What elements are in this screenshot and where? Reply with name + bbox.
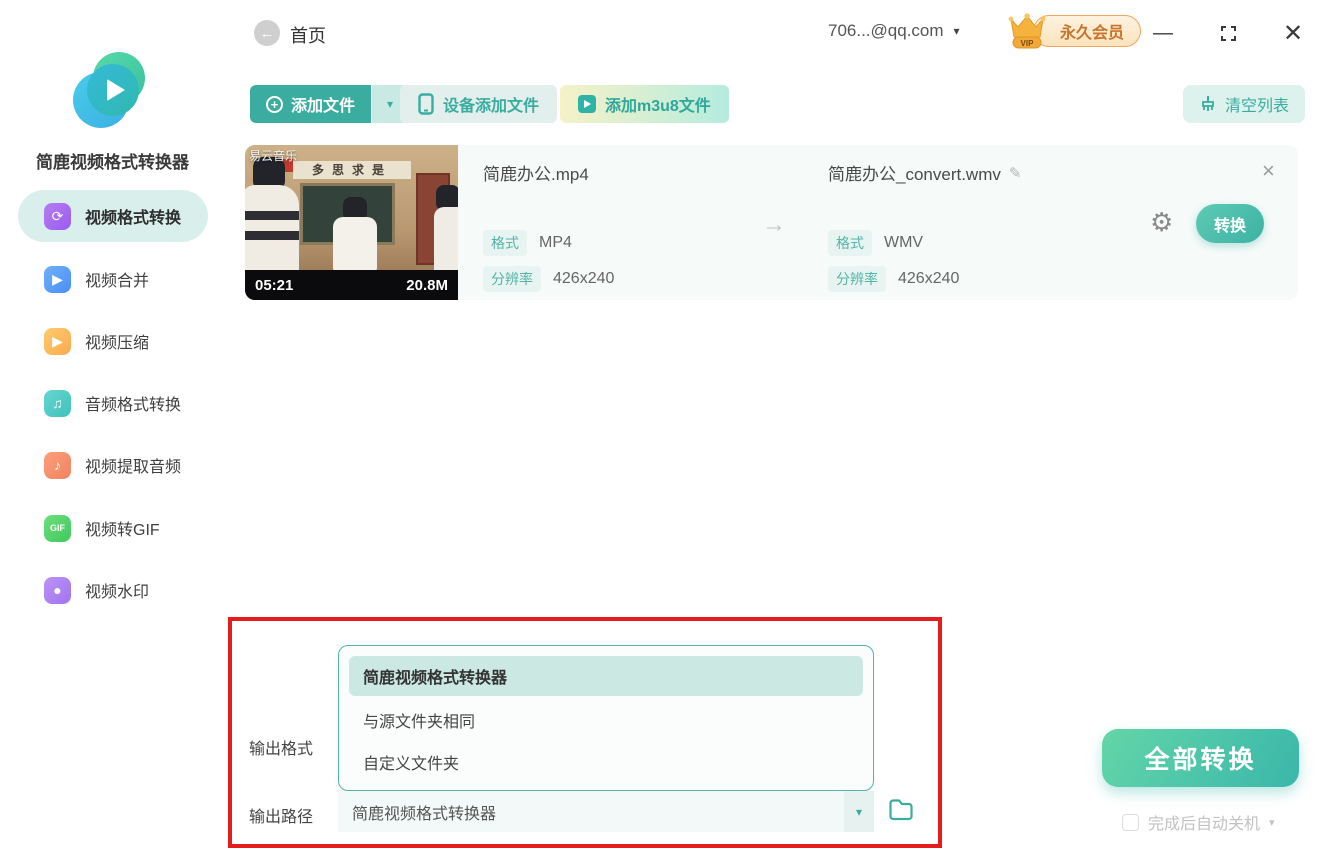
chevron-down-icon: ▾ [1269, 816, 1275, 829]
chevron-down-icon: ▾ [387, 97, 393, 111]
thumb-person [245, 185, 299, 277]
auto-shutdown-control[interactable]: 完成后自动关机 ▾ [1122, 810, 1275, 834]
edit-filename-icon[interactable]: ✎ [1009, 164, 1022, 182]
sidebar-item-label: 视频提取音频 [85, 453, 181, 477]
vip-label: 永久会员 [1033, 15, 1141, 47]
sidebar-item-video-merge[interactable]: ▶ 视频合并 [18, 253, 208, 305]
target-filename: 简鹿办公_convert.wmv [828, 160, 1001, 185]
add-file-button[interactable]: + 添加文件 [250, 85, 371, 123]
source-filename: 简鹿办公.mp4 [483, 160, 589, 185]
dropdown-option[interactable]: 与源文件夹相同 [349, 700, 863, 740]
sidebar-item-video-format-convert[interactable]: ⟳ 视频格式转换 [18, 190, 208, 242]
convert-button[interactable]: 转换 [1196, 204, 1264, 243]
convert-label: 转换 [1214, 212, 1246, 236]
compress-icon: ▶ [44, 328, 71, 355]
broom-icon [1199, 95, 1217, 113]
logo-play-icon [107, 79, 125, 101]
format-badge: 格式 [483, 230, 527, 256]
thumb-person [333, 217, 377, 272]
convert-all-label: 全部转换 [1144, 740, 1256, 776]
dropdown-option-selected[interactable]: 简鹿视频格式转换器 [349, 656, 863, 696]
account-menu[interactable]: 706...@qq.com ▾ [828, 21, 960, 41]
logo-play-circle [87, 64, 139, 116]
audio-convert-icon: ♫ [44, 390, 71, 417]
auto-shutdown-label: 完成后自动关机 [1148, 810, 1260, 834]
target-format-value: WMV [884, 234, 923, 252]
sidebar-item-audio-format-convert[interactable]: ♫ 音频格式转换 [18, 377, 208, 429]
video-thumbnail[interactable]: 多思求是 易云音乐 白云是蓝天正在放的风筝 The clouds are the… [245, 145, 458, 300]
output-path-value: 简鹿视频格式转换器 [338, 800, 844, 824]
plus-icon: + [266, 96, 283, 113]
device-add-file-label: 设备添加文件 [443, 92, 539, 116]
convert-all-button[interactable]: 全部转换 [1102, 729, 1299, 787]
add-file-label: 添加文件 [291, 92, 355, 116]
target-resolution-value: 426x240 [898, 270, 959, 288]
device-add-file-button[interactable]: 设备添加文件 [400, 85, 557, 123]
crown-icon: VIP [1005, 11, 1049, 51]
maximize-icon [1221, 26, 1236, 41]
output-path-dropdown-panel: 简鹿视频格式转换器 与源文件夹相同 自定义文件夹 [338, 645, 874, 791]
back-button[interactable]: ← [254, 20, 280, 46]
sidebar-item-video-watermark[interactable]: ● 视频水印 [18, 564, 208, 616]
account-email: 706...@qq.com [828, 21, 944, 41]
output-path-select[interactable]: 简鹿视频格式转换器 ▾ [338, 791, 874, 832]
sidebar: 简鹿视频格式转换器 ⟳ 视频格式转换 ▶ 视频合并 ▶ 视频压缩 ♫ 音频格式转… [0, 0, 225, 860]
resolution-badge: 分辨率 [828, 266, 886, 292]
output-path-label: 输出路径 [249, 803, 313, 827]
arrow-right-icon: → [762, 211, 786, 239]
thumb-banner-text: 多思求是 [293, 161, 411, 179]
sidebar-item-extract-audio[interactable]: ♪ 视频提取音频 [18, 439, 208, 491]
source-format-value: MP4 [539, 234, 572, 252]
auto-shutdown-checkbox[interactable] [1122, 814, 1139, 831]
sidebar-item-label: 视频格式转换 [85, 204, 181, 228]
vip-badge[interactable]: VIP 永久会员 [1005, 13, 1141, 49]
clear-list-button[interactable]: 清空列表 [1183, 85, 1305, 123]
sidebar-item-label: 音频格式转换 [85, 391, 181, 415]
add-m3u8-button[interactable]: 添加m3u8文件 [560, 85, 729, 123]
sidebar-item-label: 视频合并 [85, 267, 149, 291]
breadcrumb-home: 首页 [290, 22, 326, 48]
chevron-down-icon: ▾ [954, 24, 960, 38]
resolution-badge: 分辨率 [483, 266, 541, 292]
sidebar-item-video-compress[interactable]: ▶ 视频压缩 [18, 315, 208, 367]
sidebar-item-label: 视频压缩 [85, 329, 149, 353]
phone-icon [418, 93, 434, 115]
sidebar-item-label: 视频转GIF [85, 516, 160, 540]
add-file-split-button: + 添加文件 ▾ [250, 85, 408, 123]
thumb-watermark: 易云音乐 [249, 147, 297, 164]
watermark-icon: ● [44, 577, 71, 604]
video-filesize: 20.8M [406, 277, 448, 294]
open-folder-button[interactable] [888, 798, 914, 827]
extract-audio-icon: ♪ [44, 452, 71, 479]
convert-icon: ⟳ [44, 203, 71, 230]
sidebar-item-label: 视频水印 [85, 578, 149, 602]
minimize-button[interactable]: — [1148, 18, 1178, 48]
folder-icon [888, 798, 914, 822]
merge-icon: ▶ [44, 266, 71, 293]
close-icon: ✕ [1283, 19, 1303, 48]
source-resolution-value: 426x240 [553, 270, 614, 288]
clear-list-label: 清空列表 [1225, 92, 1289, 116]
app-title: 简鹿视频格式转换器 [0, 148, 225, 173]
remove-file-icon[interactable]: × [1262, 158, 1275, 184]
minimize-icon: — [1153, 22, 1173, 45]
chevron-down-icon: ▾ [844, 791, 874, 832]
sidebar-item-video-to-gif[interactable]: GIF 视频转GIF [18, 502, 208, 554]
gif-icon: GIF [44, 515, 71, 542]
maximize-button[interactable] [1213, 18, 1243, 48]
item-settings-gear-icon[interactable]: ⚙ [1150, 207, 1173, 238]
add-m3u8-label: 添加m3u8文件 [605, 92, 711, 116]
output-format-label: 输出格式 [249, 735, 313, 759]
svg-text:VIP: VIP [1021, 39, 1035, 48]
video-file-icon [578, 95, 596, 113]
dropdown-option[interactable]: 自定义文件夹 [349, 742, 863, 782]
app-logo [0, 52, 225, 148]
back-icon: ← [260, 25, 275, 42]
thumb-info-bar: 05:21 20.8M [245, 270, 458, 300]
video-duration: 05:21 [255, 277, 293, 294]
close-button[interactable]: ✕ [1278, 18, 1308, 48]
thumb-person [434, 207, 458, 273]
format-badge: 格式 [828, 230, 872, 256]
